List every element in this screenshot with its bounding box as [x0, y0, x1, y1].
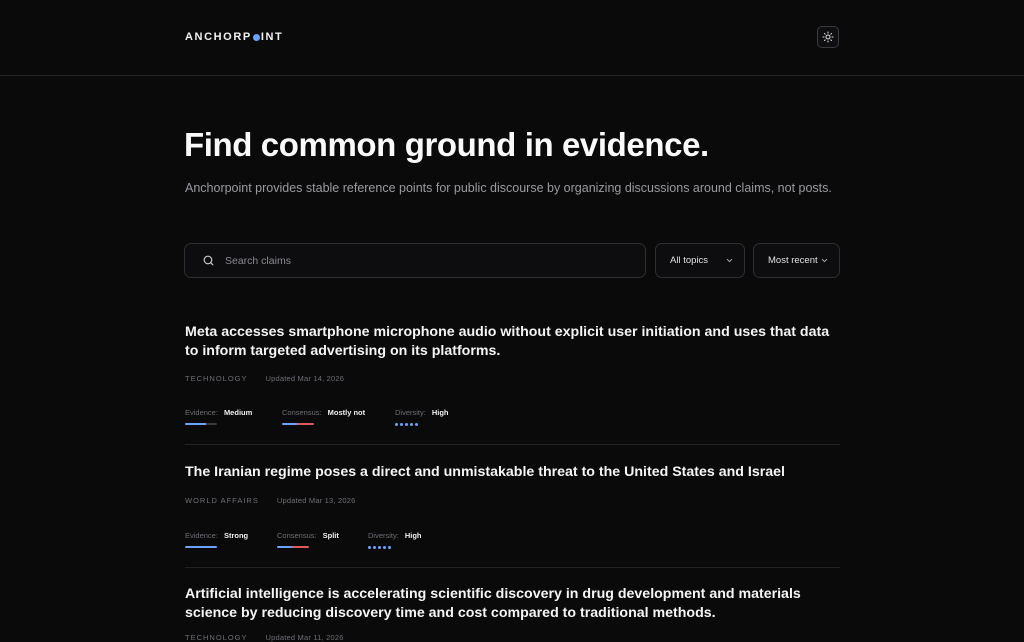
- chevron-down-icon: [726, 258, 733, 263]
- diversity-dots: [368, 546, 391, 549]
- theme-toggle-button[interactable]: [817, 26, 839, 48]
- diversity-label: Diversity:: [368, 531, 399, 540]
- search-input[interactable]: [223, 253, 607, 268]
- consensus-metric: Consensus: Split: [277, 531, 339, 540]
- claim-meta: TECHNOLOGY Updated Mar 14, 2026: [185, 374, 344, 383]
- evidence-label: Evidence:: [185, 408, 218, 417]
- claim-title-link[interactable]: The Iranian regime poses a direct and un…: [185, 463, 845, 482]
- diversity-value: High: [431, 408, 449, 417]
- diversity-metric: Diversity: High: [368, 531, 422, 540]
- claim-topic[interactable]: WORLD AFFAIRS: [185, 496, 259, 505]
- diversity-value: High: [404, 531, 422, 540]
- claim-updated: Updated Mar 13, 2026: [276, 496, 356, 505]
- search-box[interactable]: [184, 243, 646, 278]
- consensus-metric: Consensus: Mostly not: [282, 408, 365, 417]
- consensus-label: Consensus:: [277, 531, 317, 540]
- page-title: Find common ground in evidence.: [184, 126, 709, 163]
- claim-meta: WORLD AFFAIRS Updated Mar 13, 2026: [185, 496, 355, 505]
- claim-updated: Updated Mar 14, 2026: [265, 374, 345, 383]
- evidence-metric: Evidence: Strong: [185, 531, 248, 540]
- evidence-bar: [185, 423, 217, 425]
- chevron-down-icon: [821, 258, 828, 263]
- consensus-label: Consensus:: [282, 408, 322, 417]
- topics-select[interactable]: All topics: [655, 243, 745, 278]
- brand-text-left: ANCHORP: [185, 31, 252, 43]
- consensus-value: Mostly not: [327, 408, 366, 417]
- consensus-value: Split: [322, 531, 339, 540]
- evidence-label: Evidence:: [185, 531, 218, 540]
- page-subtitle: Anchorpoint provides stable reference po…: [185, 181, 832, 195]
- evidence-bar: [185, 546, 217, 548]
- claim-topic[interactable]: TECHNOLOGY: [185, 374, 248, 383]
- brand-logo[interactable]: ANCHORP INT: [185, 31, 283, 43]
- search-icon: [202, 254, 215, 267]
- diversity-metric: Diversity: High: [395, 408, 449, 417]
- brand-dot-icon: [252, 33, 260, 41]
- diversity-dots: [395, 423, 418, 426]
- divider: [185, 444, 840, 445]
- topics-select-value: All topics: [670, 255, 709, 266]
- claim-updated: Updated Mar 11, 2026: [265, 633, 344, 642]
- sun-icon: [822, 31, 834, 43]
- sort-select[interactable]: Most recent: [753, 243, 840, 278]
- diversity-label: Diversity:: [395, 408, 426, 417]
- evidence-metric: Evidence: Medium: [185, 408, 252, 417]
- claim-title-link[interactable]: Meta accesses smartphone microphone audi…: [185, 323, 845, 360]
- consensus-bar: [277, 546, 309, 548]
- sort-select-value: Most recent: [768, 255, 818, 266]
- top-header: ANCHORP INT: [0, 0, 1024, 76]
- claim-topic[interactable]: TECHNOLOGY: [185, 633, 248, 642]
- claim-meta: TECHNOLOGY Updated Mar 11, 2026: [185, 633, 344, 642]
- claim-title-link[interactable]: Artificial intelligence is accelerating …: [185, 585, 845, 622]
- brand-text-right: INT: [260, 31, 284, 43]
- consensus-bar: [282, 423, 314, 425]
- evidence-value: Medium: [223, 408, 253, 417]
- evidence-value: Strong: [223, 531, 249, 540]
- divider: [185, 567, 840, 568]
